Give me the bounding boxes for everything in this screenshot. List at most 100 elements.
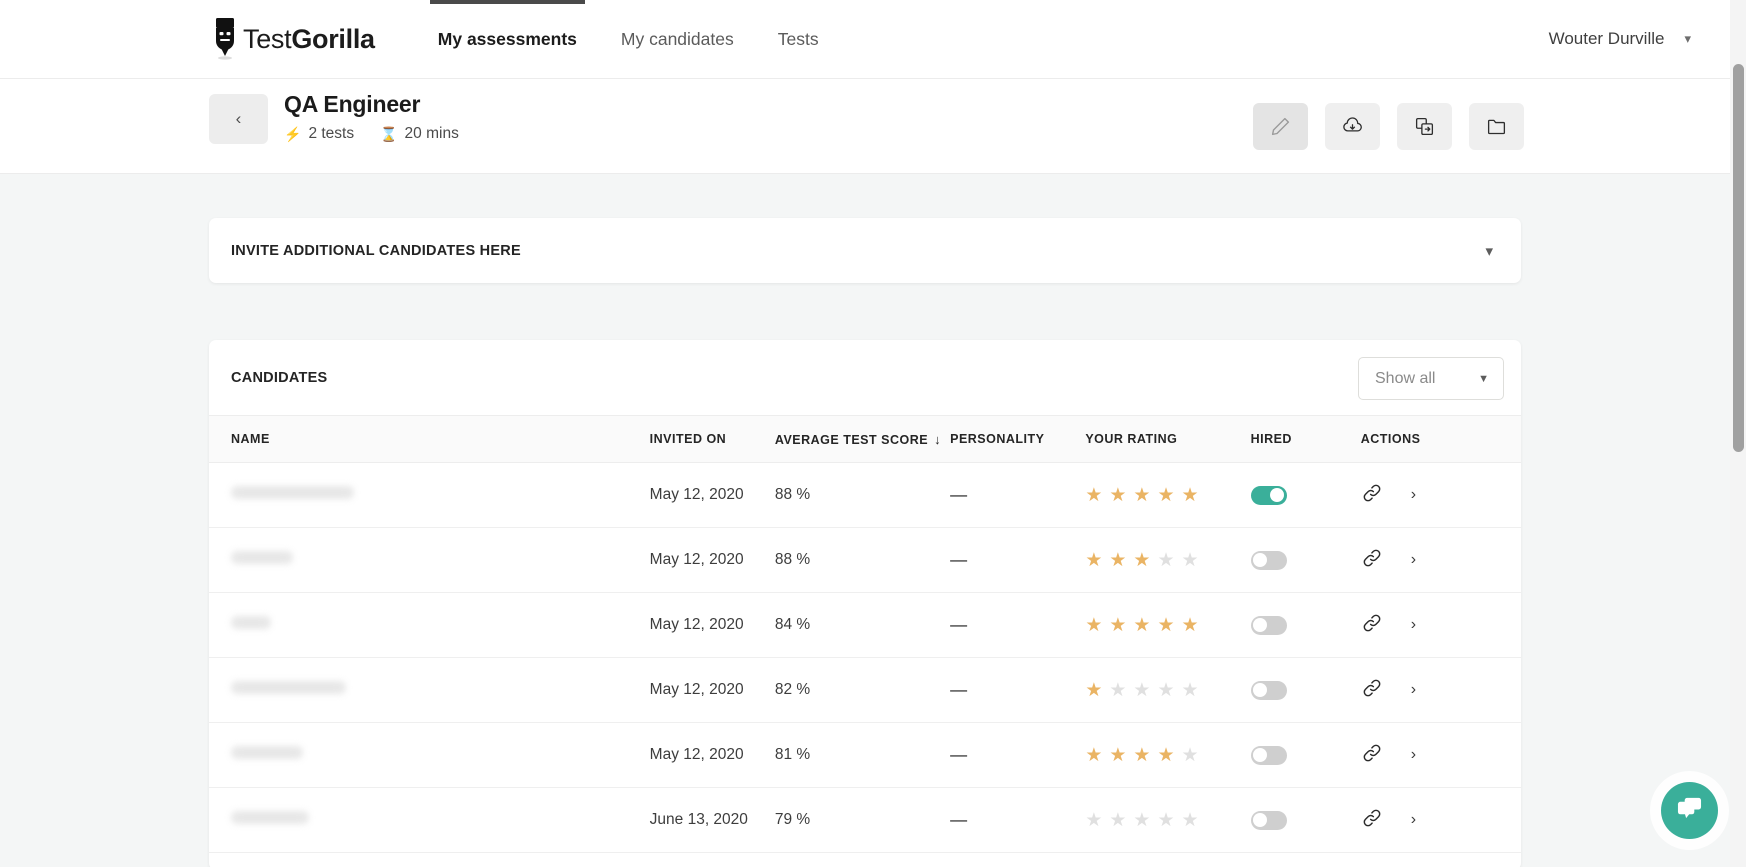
table-row[interactable]: May 12, 202088 %—★★★★★› xyxy=(209,528,1521,593)
star-icon[interactable]: ★ xyxy=(1109,746,1126,765)
star-icon[interactable]: ★ xyxy=(1182,681,1199,700)
link-icon[interactable] xyxy=(1361,807,1383,834)
chevron-right-icon[interactable]: › xyxy=(1411,486,1416,504)
star-rating[interactable]: ★ ★ ★ ★ ★ xyxy=(1085,486,1250,505)
page-scrollbar-thumb[interactable] xyxy=(1733,64,1744,452)
chevron-right-icon[interactable]: › xyxy=(1411,746,1416,764)
star-icon[interactable]: ★ xyxy=(1109,616,1126,635)
average-test-score-cell: 82 % xyxy=(775,658,950,723)
star-icon[interactable]: ★ xyxy=(1157,616,1174,635)
your-rating-cell[interactable]: ★ ★ ★ ★ ★ xyxy=(1085,658,1250,723)
hired-toggle[interactable] xyxy=(1251,616,1287,635)
star-icon[interactable]: ★ xyxy=(1182,551,1199,570)
star-icon[interactable]: ★ xyxy=(1157,681,1174,700)
back-button[interactable]: ‹ xyxy=(209,94,268,144)
table-row[interactable]: May 12, 202084 %—★★★★★› xyxy=(209,593,1521,658)
show-all-filter-select[interactable]: Show all ▼ xyxy=(1358,357,1504,400)
chevron-right-icon[interactable]: › xyxy=(1411,681,1416,699)
star-icon[interactable]: ★ xyxy=(1109,811,1126,830)
redacted-candidate-name xyxy=(231,616,271,629)
hired-toggle[interactable] xyxy=(1251,486,1287,505)
column-header-your-rating[interactable]: YOUR RATING xyxy=(1085,416,1250,463)
star-icon[interactable]: ★ xyxy=(1133,681,1150,700)
star-icon[interactable]: ★ xyxy=(1109,681,1126,700)
star-icon[interactable]: ★ xyxy=(1133,486,1150,505)
user-menu[interactable]: Wouter Durville ▾ xyxy=(1549,29,1691,49)
column-header-name[interactable]: NAME xyxy=(209,416,650,463)
star-icon[interactable]: ★ xyxy=(1133,811,1150,830)
cloud-download-icon xyxy=(1341,116,1364,137)
table-row[interactable]: June 13, 202079 %—★★★★★› xyxy=(209,788,1521,853)
actions-cell: › xyxy=(1361,463,1521,528)
candidate-name-cell xyxy=(209,463,650,528)
star-icon[interactable]: ★ xyxy=(1085,486,1102,505)
star-icon[interactable]: ★ xyxy=(1085,551,1102,570)
star-rating[interactable]: ★ ★ ★ ★ ★ xyxy=(1085,811,1250,830)
star-icon[interactable]: ★ xyxy=(1133,551,1150,570)
table-row[interactable]: May 12, 202088 %—★★★★★› xyxy=(209,463,1521,528)
star-rating[interactable]: ★ ★ ★ ★ ★ xyxy=(1085,681,1250,700)
hired-toggle[interactable] xyxy=(1251,811,1287,830)
star-icon[interactable]: ★ xyxy=(1133,616,1150,635)
your-rating-cell[interactable]: ★ ★ ★ ★ ★ xyxy=(1085,463,1250,528)
link-icon[interactable] xyxy=(1361,482,1383,509)
star-icon[interactable]: ★ xyxy=(1182,746,1199,765)
hired-cell xyxy=(1251,658,1361,723)
invite-candidates-panel[interactable]: INVITE ADDITIONAL CANDIDATES HERE ▾ xyxy=(209,218,1521,283)
brand-logo[interactable]: TestGorilla xyxy=(212,17,375,61)
table-row[interactable]: May 12, 202082 %—★★★★★› xyxy=(209,658,1521,723)
column-header-hired[interactable]: HIRED xyxy=(1251,416,1361,463)
star-icon[interactable]: ★ xyxy=(1085,746,1102,765)
column-header-invited-on[interactable]: INVITED ON xyxy=(650,416,775,463)
duplicate-assessment-button[interactable] xyxy=(1397,103,1452,150)
star-icon[interactable]: ★ xyxy=(1182,811,1199,830)
star-icon[interactable]: ★ xyxy=(1157,746,1174,765)
chevron-right-icon[interactable]: › xyxy=(1411,811,1416,829)
link-icon[interactable] xyxy=(1361,677,1383,704)
star-icon[interactable]: ★ xyxy=(1157,551,1174,570)
star-icon[interactable]: ★ xyxy=(1133,746,1150,765)
personality-cell: — xyxy=(950,658,1085,723)
star-icon[interactable]: ★ xyxy=(1109,486,1126,505)
star-icon[interactable]: ★ xyxy=(1085,811,1102,830)
nav-my-assessments[interactable]: My assessments xyxy=(438,0,577,79)
chevron-right-icon[interactable]: › xyxy=(1411,616,1416,634)
actions-cell: › xyxy=(1361,528,1521,593)
folder-icon xyxy=(1485,116,1508,137)
star-rating[interactable]: ★ ★ ★ ★ ★ xyxy=(1085,551,1250,570)
your-rating-cell[interactable]: ★ ★ ★ ★ ★ xyxy=(1085,788,1250,853)
chevron-down-icon[interactable]: ▾ xyxy=(1485,242,1493,260)
archive-assessment-button[interactable] xyxy=(1469,103,1524,150)
link-icon[interactable] xyxy=(1361,547,1383,574)
star-icon[interactable]: ★ xyxy=(1182,616,1199,635)
hired-toggle[interactable] xyxy=(1251,551,1287,570)
link-icon[interactable] xyxy=(1361,742,1383,769)
column-header-actions: ACTIONS xyxy=(1361,416,1521,463)
tests-count: ⚡ 2 tests xyxy=(284,125,354,143)
your-rating-cell[interactable]: ★ ★ ★ ★ ★ xyxy=(1085,723,1250,788)
download-assessment-button[interactable] xyxy=(1325,103,1380,150)
chat-widget-button[interactable] xyxy=(1661,782,1718,839)
nav-my-candidates[interactable]: My candidates xyxy=(621,0,734,79)
star-icon[interactable]: ★ xyxy=(1085,681,1102,700)
page-scrollbar-track[interactable] xyxy=(1730,0,1746,867)
hired-toggle[interactable] xyxy=(1251,681,1287,700)
column-header-average-test-score[interactable]: AVERAGE TEST SCORE↓ xyxy=(775,416,950,463)
star-rating[interactable]: ★ ★ ★ ★ ★ xyxy=(1085,616,1250,635)
star-icon[interactable]: ★ xyxy=(1157,486,1174,505)
invited-on-cell: May 12, 2020 xyxy=(650,463,775,528)
hired-toggle[interactable] xyxy=(1251,746,1287,765)
edit-assessment-button[interactable] xyxy=(1253,103,1308,150)
column-header-personality[interactable]: PERSONALITY xyxy=(950,416,1085,463)
star-icon[interactable]: ★ xyxy=(1157,811,1174,830)
your-rating-cell[interactable]: ★ ★ ★ ★ ★ xyxy=(1085,593,1250,658)
nav-tests[interactable]: Tests xyxy=(778,0,819,79)
star-icon[interactable]: ★ xyxy=(1182,486,1199,505)
chevron-right-icon[interactable]: › xyxy=(1411,551,1416,569)
star-rating[interactable]: ★ ★ ★ ★ ★ xyxy=(1085,746,1250,765)
table-row[interactable]: May 12, 202081 %—★★★★★› xyxy=(209,723,1521,788)
star-icon[interactable]: ★ xyxy=(1109,551,1126,570)
your-rating-cell[interactable]: ★ ★ ★ ★ ★ xyxy=(1085,528,1250,593)
star-icon[interactable]: ★ xyxy=(1085,616,1102,635)
link-icon[interactable] xyxy=(1361,612,1383,639)
